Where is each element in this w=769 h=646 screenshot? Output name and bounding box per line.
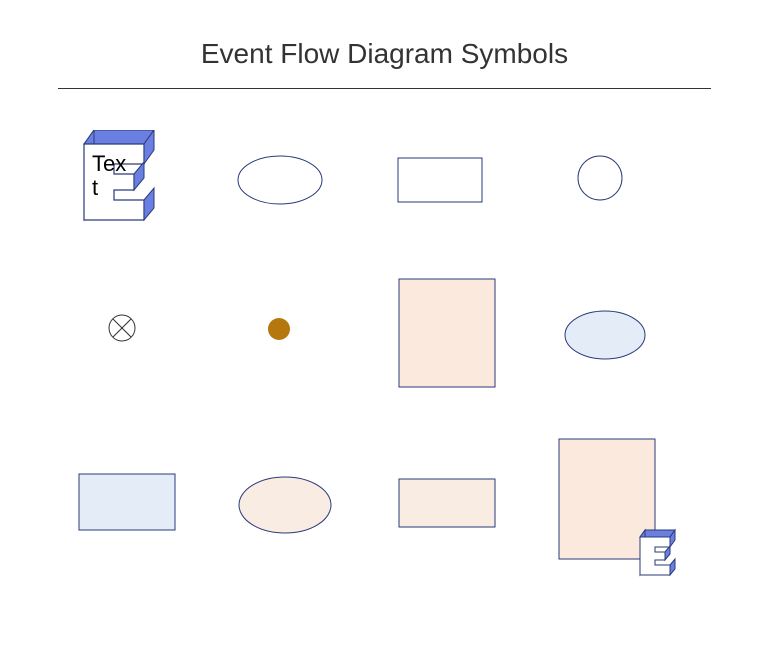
symbol-ellipse-outline [230, 150, 330, 215]
symbol-filled-ellipse-blue [555, 305, 655, 370]
symbol-circle-outline [570, 148, 630, 213]
symbol-filled-rect-peach [395, 475, 505, 540]
title-divider [58, 88, 711, 89]
symbol-filled-rect-blue [75, 470, 185, 545]
symbol-rectangle-outline [390, 150, 490, 215]
symbol-circle-cross [104, 310, 140, 351]
symbol-filled-dot [265, 315, 293, 348]
symbols-grid: Text [60, 120, 709, 606]
symbol-extruded-e: Text [70, 130, 170, 235]
symbol-filled-ellipse-peach [230, 470, 340, 545]
page-title: Event Flow Diagram Symbols [0, 0, 769, 70]
symbol-rect-with-e [555, 435, 685, 590]
extruded-e-label: Text [92, 152, 128, 200]
symbol-filled-square [395, 275, 505, 400]
